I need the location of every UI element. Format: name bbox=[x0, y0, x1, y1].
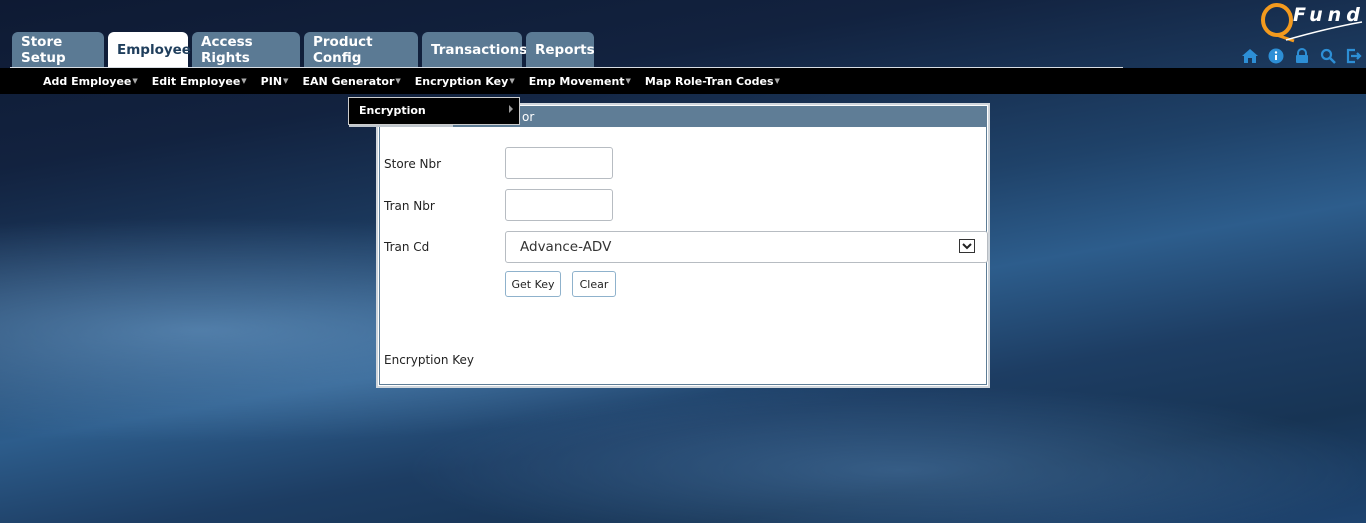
lock-icon[interactable] bbox=[1292, 47, 1311, 65]
store-nbr-input[interactable] bbox=[505, 147, 613, 179]
submenu-item-encryption[interactable]: Encryption bbox=[359, 104, 426, 117]
tran-cd-label: Tran Cd bbox=[384, 240, 430, 254]
subnav-edit-employee[interactable]: Edit Employee▼ bbox=[152, 75, 247, 88]
subnav-label: Edit Employee bbox=[151, 74, 241, 88]
submenu-underline bbox=[349, 125, 453, 127]
get-key-button[interactable]: Get Key bbox=[505, 271, 561, 297]
encryption-key-panel: or Store Nbr Tran Nbr Tran Cd Advance-AD… bbox=[376, 103, 990, 388]
search-icon[interactable] bbox=[1318, 47, 1337, 65]
info-icon[interactable] bbox=[1266, 47, 1285, 65]
encryption-key-label: Encryption Key bbox=[384, 353, 474, 367]
header-icon-bar bbox=[1240, 47, 1363, 65]
encryption-submenu[interactable]: Encryption bbox=[348, 97, 520, 127]
subnav-label: Add Employee bbox=[43, 74, 132, 88]
tran-cd-value: Advance-ADV bbox=[520, 239, 612, 255]
subnav-label: Emp Movement bbox=[528, 74, 625, 88]
subnav-emp-movement[interactable]: Emp Movement▼ bbox=[529, 75, 631, 88]
tab-store-setup[interactable]: Store Setup bbox=[12, 32, 104, 68]
subnav-label: EAN Generator bbox=[302, 74, 395, 88]
subnav-map-role-tran-codes[interactable]: Map Role-Tran Codes▼ bbox=[645, 75, 780, 88]
subnav-ean-generator[interactable]: EAN Generator▼ bbox=[302, 75, 400, 88]
tab-reports[interactable]: Reports bbox=[526, 32, 595, 68]
tab-access-rights[interactable]: Access Rights bbox=[192, 32, 300, 68]
tab-employee[interactable]: Employee bbox=[108, 32, 191, 68]
logout-icon[interactable] bbox=[1344, 47, 1363, 65]
subnav-label: Map Role-Tran Codes bbox=[644, 74, 774, 88]
store-nbr-label: Store Nbr bbox=[384, 157, 442, 171]
subnav-encryption-key[interactable]: Encryption Key▼ bbox=[415, 75, 515, 88]
main-tabs: Store Setup Employee Access Rights Produ… bbox=[12, 32, 595, 68]
logo-underline bbox=[1285, 21, 1363, 41]
subnav-label: PIN bbox=[260, 74, 283, 88]
qfund-logo: Fund bbox=[1258, 0, 1363, 44]
sub-navigation: Add Employee▼ Edit Employee▼ PIN▼ EAN Ge… bbox=[0, 68, 1366, 94]
chevron-down-icon[interactable] bbox=[959, 239, 975, 253]
subnav-add-employee[interactable]: Add Employee▼ bbox=[43, 75, 138, 88]
panel-title: or bbox=[522, 110, 535, 124]
clear-button[interactable]: Clear bbox=[572, 271, 616, 297]
tran-nbr-input[interactable] bbox=[505, 189, 613, 221]
tran-cd-select[interactable]: Advance-ADV bbox=[505, 231, 988, 263]
subnav-pin[interactable]: PIN▼ bbox=[261, 75, 289, 88]
subnav-label: Encryption Key bbox=[414, 74, 509, 88]
home-icon[interactable] bbox=[1240, 47, 1259, 65]
tab-transactions[interactable]: Transactions bbox=[422, 32, 527, 68]
tran-nbr-label: Tran Nbr bbox=[384, 199, 435, 213]
tab-product-config[interactable]: Product Config bbox=[304, 32, 418, 68]
chevron-right-icon bbox=[509, 105, 513, 113]
